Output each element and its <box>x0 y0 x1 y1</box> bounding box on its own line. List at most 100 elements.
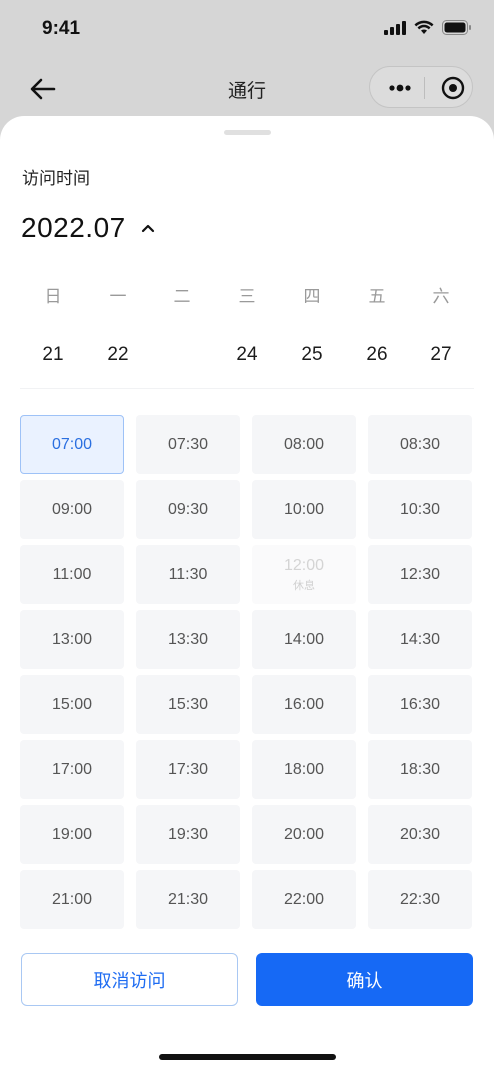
time-slot[interactable]: 20:30 <box>368 805 472 864</box>
weekday-label: 一 <box>109 287 127 306</box>
weekday-label: 三 <box>238 287 256 306</box>
time-slot[interactable]: 21:00 <box>20 870 124 929</box>
time-slot[interactable]: 21:30 <box>136 870 240 929</box>
time-slot-selected[interactable]: 07:00 <box>20 415 124 474</box>
target-icon[interactable] <box>441 76 465 100</box>
time-slot[interactable]: 12:30 <box>368 545 472 604</box>
time-slot[interactable]: 15:30 <box>136 675 240 734</box>
time-slot-label: 10:00 <box>283 500 325 518</box>
time-slot[interactable]: 16:00 <box>252 675 356 734</box>
date-cell[interactable]: 25 <box>280 344 344 366</box>
time-slot[interactable]: 08:00 <box>252 415 356 474</box>
time-slot-label: 15:30 <box>167 695 209 713</box>
time-slot-label: 20:00 <box>283 825 325 843</box>
time-slot-label: 12:00 <box>283 556 325 574</box>
time-slot[interactable]: 16:30 <box>368 675 472 734</box>
status-time: 9:41 <box>42 18 81 39</box>
weekday-label: 日 <box>44 287 62 306</box>
time-slot[interactable]: 09:30 <box>136 480 240 539</box>
time-slot[interactable]: 09:00 <box>20 480 124 539</box>
time-slot[interactable]: 15:00 <box>20 675 124 734</box>
time-slot[interactable]: 20:00 <box>252 805 356 864</box>
time-slot[interactable]: 19:30 <box>136 805 240 864</box>
time-slot-label: 07:30 <box>167 435 209 453</box>
time-slot-label: 11:30 <box>168 565 208 583</box>
time-slot[interactable]: 08:30 <box>368 415 472 474</box>
time-slot[interactable]: 18:30 <box>368 740 472 799</box>
time-slot[interactable]: 14:00 <box>252 610 356 669</box>
date-cell[interactable]: 22 <box>86 344 150 366</box>
chevron-up-icon <box>141 224 154 233</box>
time-slot[interactable]: 10:30 <box>368 480 472 539</box>
time-slot[interactable]: 13:30 <box>136 610 240 669</box>
time-slot[interactable]: 22:30 <box>368 870 472 929</box>
time-slot-label: 11:00 <box>52 565 92 583</box>
time-slot-label: 20:30 <box>399 825 441 843</box>
time-slot-label: 19:30 <box>167 825 209 843</box>
wifi-icon <box>414 20 434 34</box>
time-slot-label: 10:30 <box>399 500 441 518</box>
time-slot-label: 22:30 <box>399 890 441 908</box>
divider <box>20 388 474 389</box>
time-slot[interactable]: 19:00 <box>20 805 124 864</box>
time-slot-label: 13:30 <box>167 630 209 648</box>
visit-time-label: 访问时间 <box>22 169 90 188</box>
time-slot-label: 18:00 <box>283 760 325 778</box>
time-slot[interactable]: 14:30 <box>368 610 472 669</box>
date-row: 21 22 24 25 26 27 <box>20 344 474 370</box>
confirm-button[interactable]: 确认 <box>256 953 473 1006</box>
mini-program-capsule <box>369 66 473 108</box>
time-slot[interactable]: 18:00 <box>252 740 356 799</box>
time-slot[interactable]: 17:00 <box>20 740 124 799</box>
weekday-label: 六 <box>432 287 450 306</box>
time-slot-label: 08:30 <box>399 435 441 453</box>
time-slot-label: 16:30 <box>399 695 441 713</box>
time-slot-label: 09:00 <box>51 500 93 518</box>
time-slot-label: 14:00 <box>283 630 325 648</box>
more-icon[interactable] <box>388 81 412 95</box>
time-slot-label: 08:00 <box>283 435 325 453</box>
signal-icon <box>384 20 406 35</box>
capsule-divider <box>424 77 425 99</box>
time-slot[interactable]: 22:00 <box>252 870 356 929</box>
month-selector[interactable]: 2022.07 <box>21 212 156 244</box>
time-picker-sheet: 访问时间 2022.07 日 一 二 三 四 五 六 21 22 24 25 2… <box>0 116 494 1072</box>
time-slot-label: 07:00 <box>51 435 93 453</box>
time-slot: 12:00 休息 <box>252 545 356 604</box>
sheet-grabber[interactable] <box>224 130 271 135</box>
weekday-header: 日 一 二 三 四 五 六 <box>20 282 474 306</box>
time-slot-label: 18:30 <box>399 760 441 778</box>
time-slot[interactable]: 17:30 <box>136 740 240 799</box>
time-slot[interactable]: 07:30 <box>136 415 240 474</box>
time-slot[interactable]: 11:00 <box>20 545 124 604</box>
time-slot-label: 12:30 <box>399 565 441 583</box>
time-slot[interactable]: 13:00 <box>20 610 124 669</box>
date-cell[interactable]: 26 <box>345 344 409 366</box>
time-slot-label: 21:00 <box>51 890 93 908</box>
nav-bar: 通行 <box>0 62 494 116</box>
time-slot-label: 17:30 <box>167 760 209 778</box>
time-slot[interactable]: 10:00 <box>252 480 356 539</box>
status-bar: 9:41 <box>0 0 494 62</box>
battery-icon <box>442 20 471 35</box>
time-slot-label: 21:30 <box>167 890 209 908</box>
weekday-label: 四 <box>303 287 321 306</box>
time-slot-label: 17:00 <box>51 760 93 778</box>
time-slot-label: 09:30 <box>167 500 209 518</box>
time-slot-label: 14:30 <box>399 630 441 648</box>
date-cell[interactable]: 24 <box>215 344 279 366</box>
date-cell[interactable]: 21 <box>21 344 85 366</box>
time-slot-note: 休息 <box>293 579 315 592</box>
cancel-visit-button[interactable]: 取消访问 <box>21 953 238 1006</box>
status-icons <box>384 20 472 35</box>
time-slot-grid: 07:00 07:30 08:00 08:30 09:00 09:30 10:00 10:30… <box>20 415 474 929</box>
home-indicator <box>159 1054 336 1060</box>
time-slot[interactable]: 11:30 <box>136 545 240 604</box>
time-slot-label: 19:00 <box>51 825 93 843</box>
date-cell[interactable]: 27 <box>409 344 473 366</box>
weekday-label: 二 <box>173 287 191 306</box>
time-slot-label: 13:00 <box>51 630 93 648</box>
month-text: 2022.07 <box>21 212 126 243</box>
weekday-label: 五 <box>368 287 386 306</box>
time-slot-label: 22:00 <box>283 890 325 908</box>
